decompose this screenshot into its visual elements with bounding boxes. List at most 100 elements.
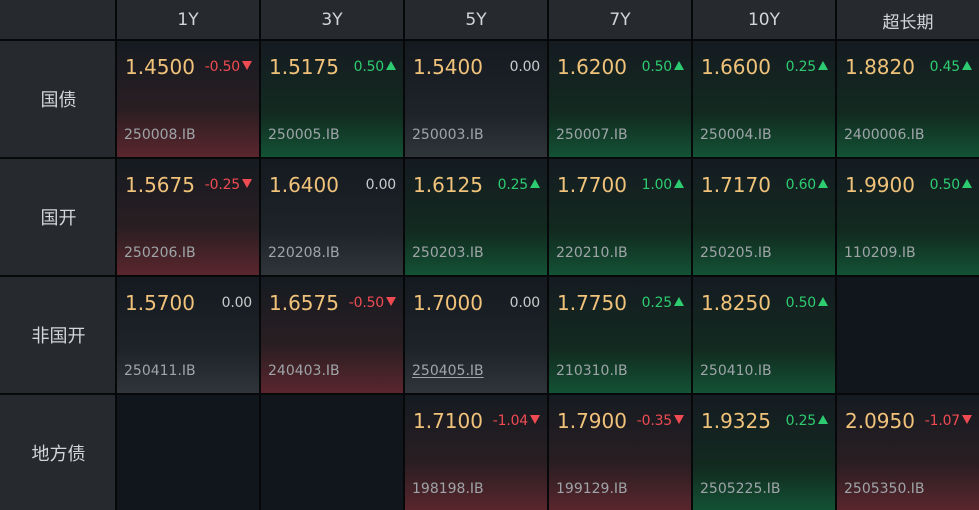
- quote-cell[interactable]: 1.8250 0.50 250410.IB: [693, 277, 835, 393]
- quote-cell[interactable]: 1.5700 0.00 250411.IB: [117, 277, 259, 393]
- quote-cell[interactable]: 1.4500 -0.50 250008.IB: [117, 41, 259, 157]
- change-value: 1.00: [642, 177, 684, 193]
- up-arrow-icon: [818, 179, 828, 188]
- yield-value: 1.5175: [269, 55, 339, 79]
- bond-code: 110209.IB: [844, 245, 916, 261]
- quote-cell[interactable]: 1.8820 0.45 2400006.IB: [837, 41, 979, 157]
- yield-value: 1.5675: [125, 173, 195, 197]
- change-text: -0.25: [204, 177, 240, 193]
- change-value: 0.45: [930, 59, 972, 75]
- change-value: -0.50: [205, 59, 252, 75]
- change-text: -1.04: [492, 413, 528, 429]
- quote-cell[interactable]: 1.7000 0.00 250405.IB: [405, 277, 547, 393]
- up-arrow-icon: [530, 179, 540, 188]
- change-value: 0.50: [930, 177, 972, 193]
- change-value: 0.00: [221, 295, 253, 311]
- change-text: -0.35: [636, 413, 672, 429]
- bond-code: 250410.IB: [700, 363, 772, 379]
- yield-value: 1.4500: [125, 55, 195, 79]
- quote-cell[interactable]: 2.0950 -1.07 2505350.IB: [837, 395, 979, 510]
- yield-value: 2.0950: [845, 409, 915, 433]
- quote-cell[interactable]: 1.7700 1.00 220210.IB: [549, 159, 691, 275]
- down-arrow-icon: [242, 61, 252, 70]
- quote-cell[interactable]: 1.7750 0.25 210310.IB: [549, 277, 691, 393]
- change-value: 0.25: [786, 59, 828, 75]
- yield-value: 1.7750: [557, 291, 627, 315]
- bond-code: 250206.IB: [124, 245, 196, 261]
- quote-cell[interactable]: 1.9325 0.25 2505225.IB: [693, 395, 835, 510]
- change-value: -1.04: [493, 413, 540, 429]
- up-arrow-icon: [962, 61, 972, 70]
- change-value: 0.50: [642, 59, 684, 75]
- change-value: 0.25: [786, 413, 828, 429]
- change-value: -0.50: [349, 295, 396, 311]
- change-text: -1.07: [924, 413, 960, 429]
- bond-code: 198198.IB: [412, 481, 484, 497]
- down-arrow-icon: [530, 415, 540, 424]
- bond-code: 2505350.IB: [844, 481, 925, 497]
- change-text: 0.45: [929, 59, 961, 75]
- empty-quote-cell: [117, 395, 259, 510]
- column-header-5y: 5Y: [405, 0, 547, 39]
- bond-code: 250007.IB: [556, 127, 628, 143]
- quote-cell[interactable]: 1.6600 0.25 250004.IB: [693, 41, 835, 157]
- quote-cell[interactable]: 1.7900 -0.35 199129.IB: [549, 395, 691, 510]
- up-arrow-icon: [386, 61, 396, 70]
- quote-cell[interactable]: 1.5400 0.00 250003.IB: [405, 41, 547, 157]
- down-arrow-icon: [674, 415, 684, 424]
- yield-value: 1.9325: [701, 409, 771, 433]
- change-text: 0.00: [509, 59, 541, 75]
- up-arrow-icon: [962, 179, 972, 188]
- change-text: 0.00: [509, 295, 541, 311]
- yield-value: 1.6125: [413, 173, 483, 197]
- bond-code: 220210.IB: [556, 245, 628, 261]
- up-arrow-icon: [674, 61, 684, 70]
- change-text: -0.50: [348, 295, 384, 311]
- empty-quote-cell: [261, 395, 403, 510]
- yield-value: 1.7900: [557, 409, 627, 433]
- bond-code: 2400006.IB: [844, 127, 925, 143]
- row-header-cdb: 国开: [0, 159, 115, 275]
- quote-cell[interactable]: 1.6575 -0.50 240403.IB: [261, 277, 403, 393]
- change-text: 0.50: [641, 59, 673, 75]
- up-arrow-icon: [818, 61, 828, 70]
- change-text: 0.60: [785, 177, 817, 193]
- yield-value: 1.7000: [413, 291, 483, 315]
- quote-cell[interactable]: 1.6125 0.25 250203.IB: [405, 159, 547, 275]
- quote-cell[interactable]: 1.5675 -0.25 250206.IB: [117, 159, 259, 275]
- yield-value: 1.6400: [269, 173, 339, 197]
- bond-code: 240403.IB: [268, 363, 340, 379]
- empty-quote-cell: [837, 277, 979, 393]
- yield-value: 1.8820: [845, 55, 915, 79]
- bond-code: 250003.IB: [412, 127, 484, 143]
- quote-cell[interactable]: 1.5175 0.50 250005.IB: [261, 41, 403, 157]
- change-value: 0.60: [786, 177, 828, 193]
- quote-cell[interactable]: 1.6400 0.00 220208.IB: [261, 159, 403, 275]
- column-header-10y: 10Y: [693, 0, 835, 39]
- change-text: 0.50: [353, 59, 385, 75]
- bond-code: 2505225.IB: [700, 481, 781, 497]
- change-value: -0.25: [205, 177, 252, 193]
- yield-value: 1.6200: [557, 55, 627, 79]
- bond-code-link[interactable]: 250405.IB: [412, 363, 484, 379]
- change-text: 0.25: [785, 59, 817, 75]
- quote-cell[interactable]: 1.9900 0.50 110209.IB: [837, 159, 979, 275]
- column-header-3y: 3Y: [261, 0, 403, 39]
- bond-code: 220208.IB: [268, 245, 340, 261]
- quote-cell[interactable]: 1.6200 0.50 250007.IB: [549, 41, 691, 157]
- change-text: 0.25: [785, 413, 817, 429]
- change-value: 0.00: [366, 177, 397, 193]
- up-arrow-icon: [818, 415, 828, 424]
- down-arrow-icon: [242, 179, 252, 188]
- row-header-non-cdb: 非国开: [0, 277, 115, 393]
- quote-cell[interactable]: 1.7170 0.60 250205.IB: [693, 159, 835, 275]
- yield-value: 1.7100: [413, 409, 483, 433]
- column-header-ultra-long: 超长期: [837, 0, 979, 39]
- change-value: -0.35: [637, 413, 684, 429]
- yield-value: 1.8250: [701, 291, 771, 315]
- quote-cell[interactable]: 1.7100 -1.04 198198.IB: [405, 395, 547, 510]
- change-text: 0.00: [221, 295, 253, 311]
- change-text: 0.50: [785, 295, 817, 311]
- bond-code: 250004.IB: [700, 127, 772, 143]
- yield-value: 1.5400: [413, 55, 483, 79]
